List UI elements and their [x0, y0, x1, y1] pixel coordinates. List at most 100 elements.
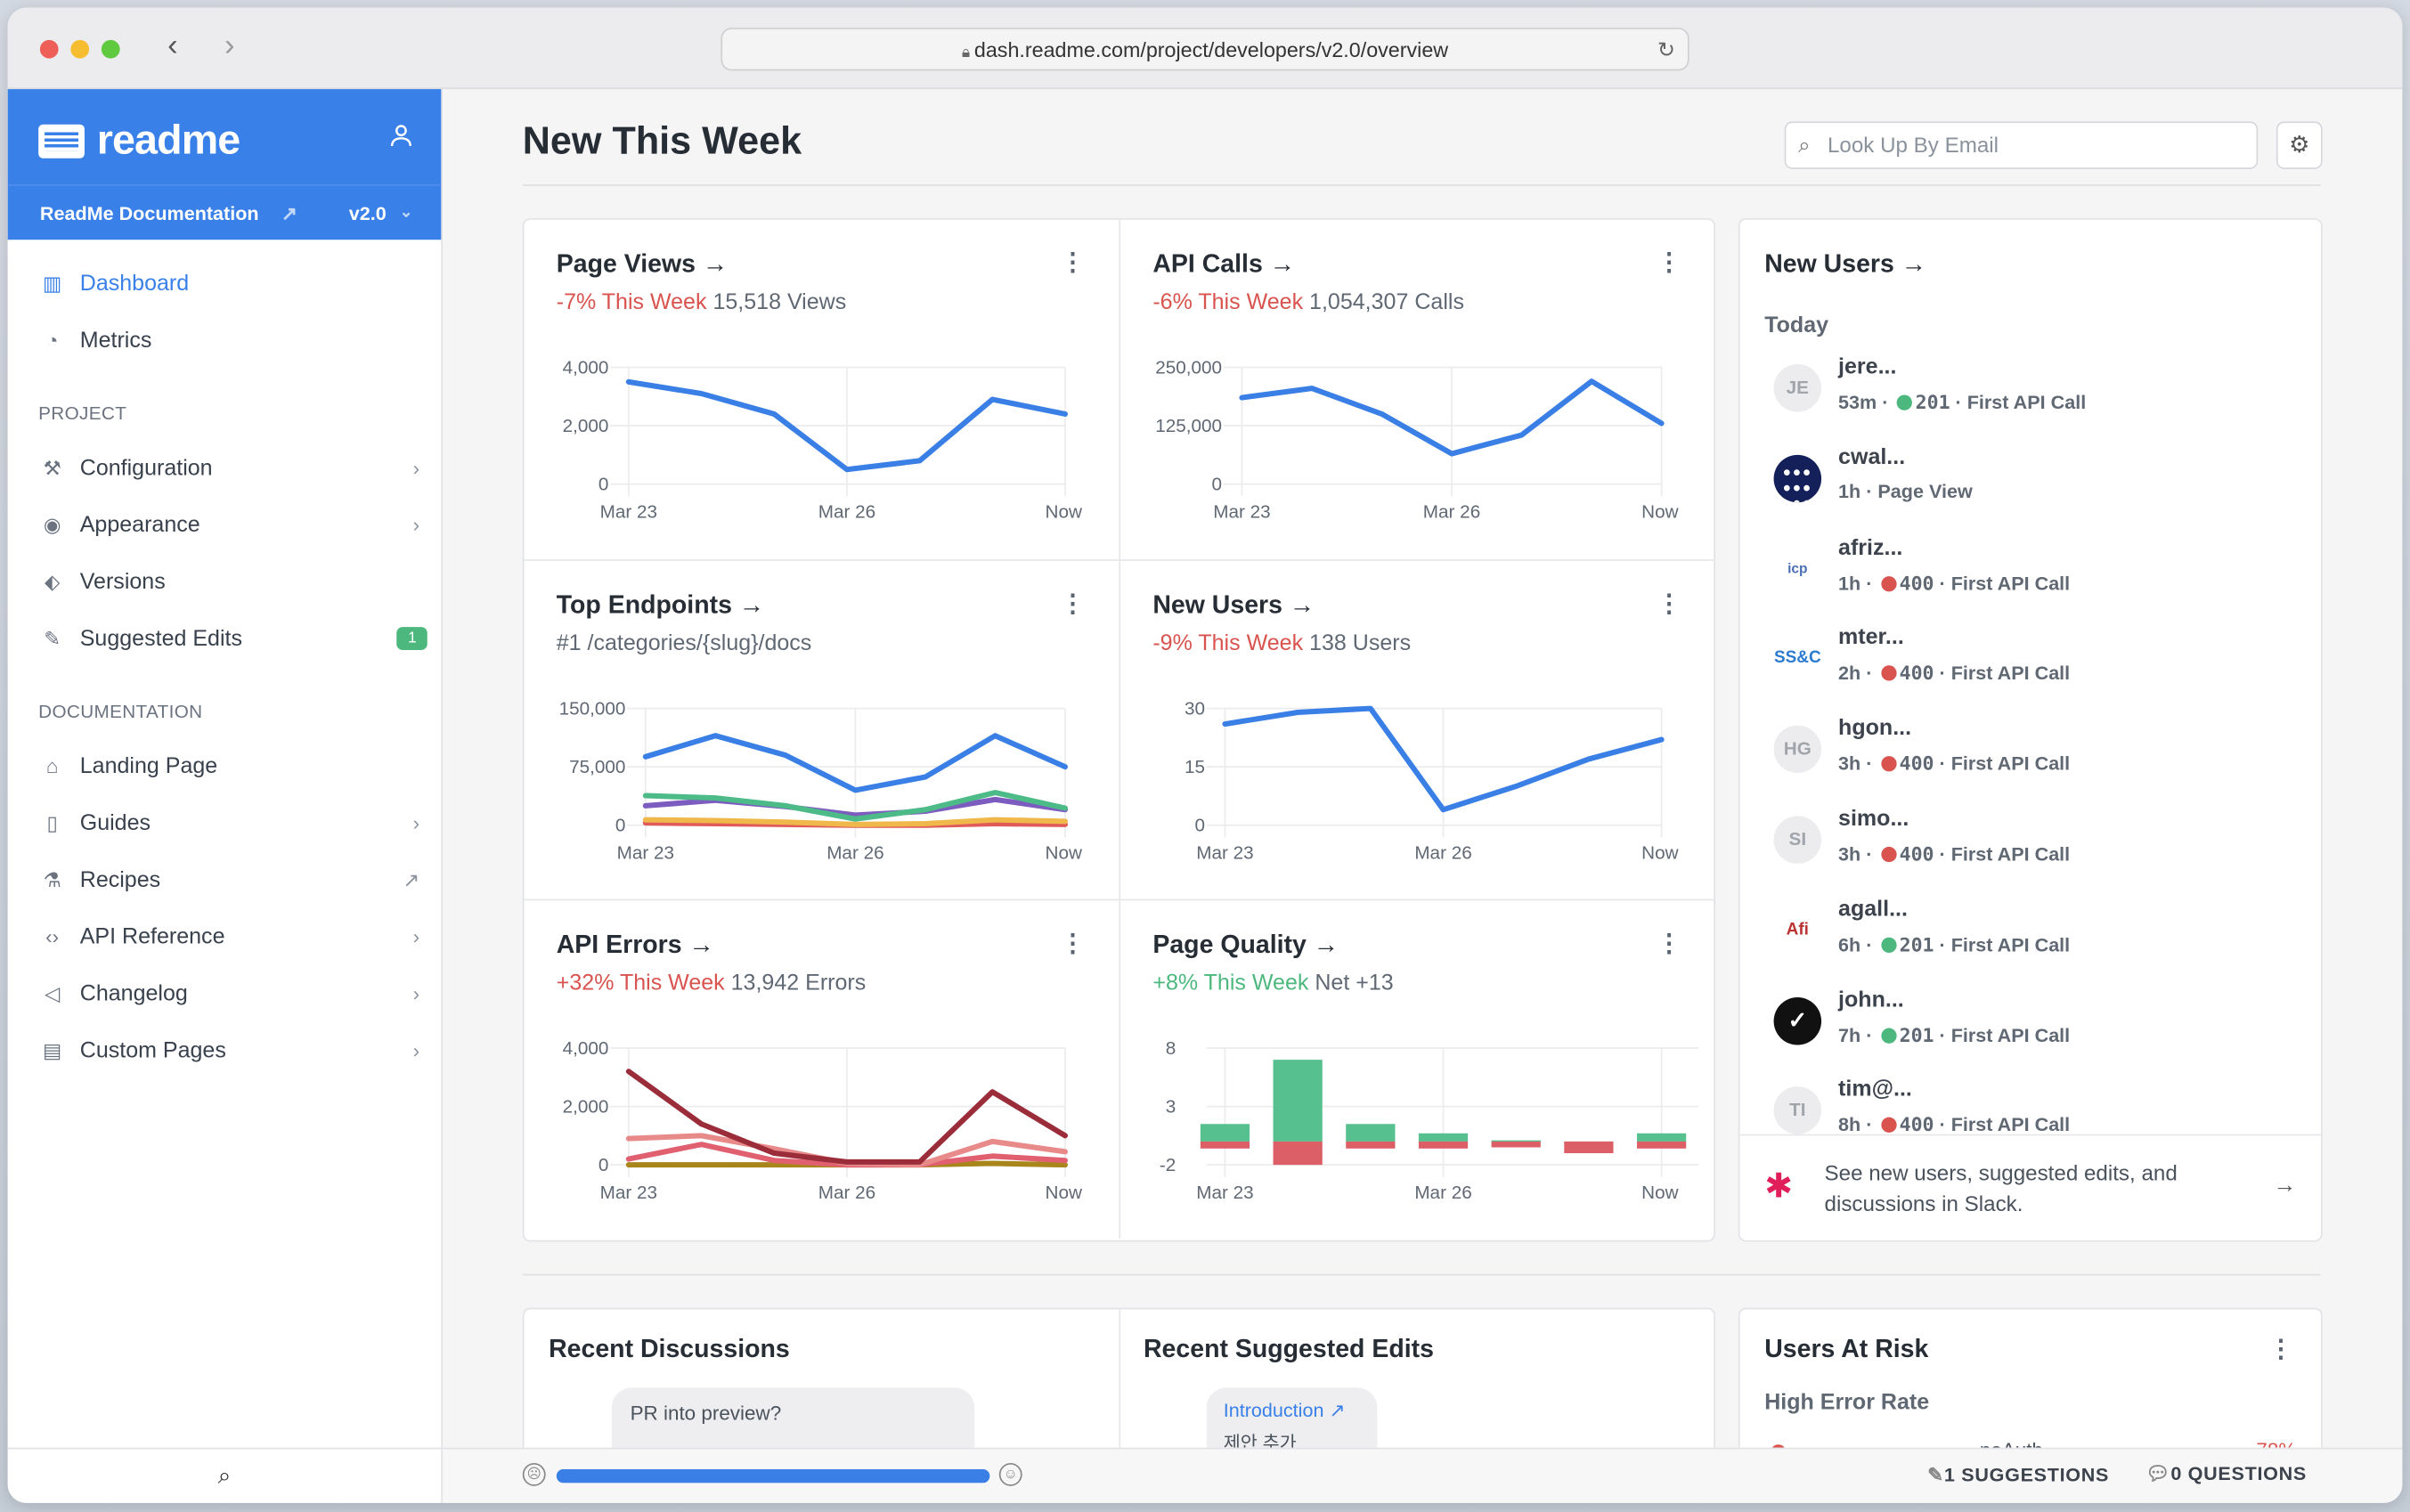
sidebar-item-api-reference[interactable]: ‹› API Reference › [8, 908, 442, 965]
status-dot [1880, 1027, 1897, 1044]
megaphone-icon: ◁ [45, 980, 61, 1004]
sidebar-item-versions[interactable]: ⬖ Versions [8, 553, 442, 610]
suggested-edit-link[interactable]: Introduction ↗ [1224, 1398, 1346, 1421]
happy-face-icon[interactable]: ☺ [998, 1462, 1022, 1486]
status-code: 400 [1899, 1113, 1934, 1137]
sidebar-item-changelog[interactable]: ◁ Changelog › [8, 965, 442, 1022]
user-name: john... [1838, 987, 1904, 1012]
api-calls-chart: 0 125,000 250,000 Mar 23 Mar 26 Now [1155, 357, 1678, 523]
x-tick-label: Mar 26 [826, 843, 883, 864]
readme-logo[interactable]: readme [38, 117, 240, 164]
page-title: New This Week [522, 119, 802, 163]
time-ago: 2h [1838, 663, 1861, 685]
close-window-button[interactable] [39, 39, 59, 59]
user-icon[interactable] [389, 123, 414, 155]
sidebar-item-custom-pages[interactable]: ▤ Custom Pages › [8, 1022, 442, 1079]
users-at-risk-title: Users At Risk [1764, 1335, 1929, 1363]
reload-icon[interactable]: ↻ [1657, 29, 1675, 71]
metric-card-api-errors: API Errors → +32% This Week 13,942 Error… [524, 898, 1120, 1239]
sidebar-item-guides[interactable]: ▯ Guides › [8, 794, 442, 851]
chevron-right-icon: › [412, 811, 420, 835]
minimize-window-button[interactable] [70, 39, 90, 59]
new-users-title[interactable]: New Users → [1764, 250, 1926, 280]
project-selector[interactable]: ReadMe Documentation ↗ v2.0 ⌄ [7, 184, 442, 241]
avatar: JE [1773, 364, 1822, 412]
x-tick-label: Mar 23 [1213, 502, 1270, 523]
time-ago: 8h [1838, 1114, 1861, 1137]
list-item[interactable]: ✓ john... 7h · 201 · First API Call [1764, 988, 2287, 1072]
list-item[interactable]: SI simo... 3h · 400 · First API Call [1764, 807, 2287, 891]
x-tick-label: Mar 26 [818, 502, 875, 523]
chevron-right-icon: › [412, 924, 420, 948]
y-tick-label: 125,000 [1155, 416, 1222, 436]
list-item[interactable]: JE jere... 53m · 201 · First API Call [1764, 355, 2287, 440]
settings-button[interactable]: ⚙ [2276, 121, 2323, 169]
search-placeholder: Look Up By Email [1827, 132, 1999, 158]
forward-arrow-icon[interactable]: › [224, 29, 235, 65]
afi-logo-avatar: Afi [1773, 906, 1822, 955]
list-item[interactable]: SS&C mter... 2h · 400 · First API Call [1764, 626, 2287, 711]
questions-count[interactable]: 💬︎0 QUESTIONS [2145, 1463, 2307, 1486]
sidebar-item-label: Guides [79, 810, 151, 835]
list-item[interactable]: ●●● ●●● ●●● cwal... 1h · Page View [1764, 445, 2287, 530]
questions-label: 0 QUESTIONS [2170, 1462, 2307, 1485]
list-item[interactable]: icp afriz... 1h · 400 · First API Call [1764, 536, 2287, 621]
list-item[interactable]: Afi agall... 6h · 201 · First API Call [1764, 898, 2287, 982]
suggestions-count[interactable]: ✎1 SUGGESTIONS [1927, 1463, 2109, 1486]
event-type: First API Call [1950, 752, 2071, 776]
email-lookup-input[interactable]: ⌕ Look Up By Email [1784, 121, 2259, 169]
more-options-icon[interactable]: ⋮ [2268, 1334, 2293, 1365]
address-bar[interactable]: 🔒︎ dash.readme.com/project/developers/v2… [721, 28, 1689, 71]
sidebar-item-label: Dashboard [79, 271, 190, 297]
negative-bar [1564, 1141, 1614, 1154]
y-tick-label: 0 [598, 1155, 609, 1175]
ssc-logo-avatar: SS&C [1773, 635, 1822, 683]
metric-card-page-quality: Page Quality → +8% This Week Net +13 ⋮ -2… [1119, 898, 1715, 1239]
page-quality-chart: -2 3 8 Mar 23 Mar 26 Now [1160, 1038, 1699, 1203]
x-tick-label: Now [1641, 843, 1678, 864]
flask-icon: ⚗ [43, 867, 61, 891]
sidebar-item-label: Versions [79, 569, 166, 595]
sidebar-item-configuration[interactable]: ⚒ Configuration › [8, 440, 442, 497]
sidebar-item-label: Metrics [79, 328, 152, 354]
user-activity: 3h · 400 · First API Call [1838, 752, 2071, 776]
sidebar-item-suggested-edits[interactable]: ✎ Suggested Edits 1 [8, 610, 442, 667]
sidebar-item-landing-page[interactable]: ⌂ Landing Page [8, 737, 442, 794]
event-type: First API Call [1950, 843, 2071, 866]
y-tick-label: 0 [1195, 816, 1206, 836]
y-tick-label: 8 [1166, 1038, 1177, 1059]
pie-chart-icon: ◔ [45, 329, 59, 353]
status-code: 400 [1899, 571, 1934, 595]
y-tick-label: 15 [1185, 757, 1205, 777]
slack-promo[interactable]: ✱ See new users, suggested edits, and di… [1739, 1134, 2321, 1240]
sad-face-icon[interactable]: ☹ [522, 1462, 546, 1486]
event-type: First API Call [1950, 573, 2071, 595]
back-arrow-icon[interactable]: ‹ [167, 29, 178, 65]
status-dot [1880, 937, 1897, 953]
sidebar-item-metrics[interactable]: ◔ Metrics [8, 312, 442, 369]
version-selector[interactable]: v2.0 [349, 186, 387, 241]
sidebar-item-label: Changelog [79, 980, 188, 1006]
x-tick-label: Mar 23 [600, 1183, 657, 1203]
status-code: 201 [1915, 390, 1950, 414]
y-tick-label: 30 [1185, 698, 1205, 719]
x-tick-label: Now [1641, 1183, 1678, 1203]
sidebar-search-button[interactable]: ⌕ [7, 1447, 442, 1503]
zoom-window-button[interactable] [101, 39, 120, 59]
sidebar-item-recipes[interactable]: ⚗ Recipes ↗ [8, 851, 442, 908]
bar-chart-icon: ▥ [43, 271, 62, 295]
sidebar-item-appearance[interactable]: ◉ Appearance › [8, 496, 442, 553]
positive-bar [1200, 1124, 1250, 1142]
list-item[interactable]: HG hgon... 3h · 400 · First API Call [1764, 717, 2287, 801]
clock-logo-avatar: ✓ [1773, 996, 1822, 1045]
status-dot [1880, 846, 1897, 863]
user-name: jere... [1838, 354, 1897, 380]
sidebar-item-dashboard[interactable]: ▥ Dashboard [8, 255, 442, 312]
sidebar-item-label: Landing Page [79, 753, 218, 779]
project-name[interactable]: ReadMe Documentation [40, 186, 259, 241]
status-bar: ☹ ☺ ✎1 SUGGESTIONS 💬︎0 QUESTIONS [443, 1447, 2403, 1503]
metric-card-top-endpoints: Top Endpoints → #1 /categories/{slug}/do… [524, 559, 1120, 900]
dots-logo-avatar: ●●● ●●● ●●● [1773, 454, 1822, 502]
user-activity: 3h · 400 · First API Call [1838, 841, 2071, 866]
time-ago: 1h [1838, 573, 1861, 595]
